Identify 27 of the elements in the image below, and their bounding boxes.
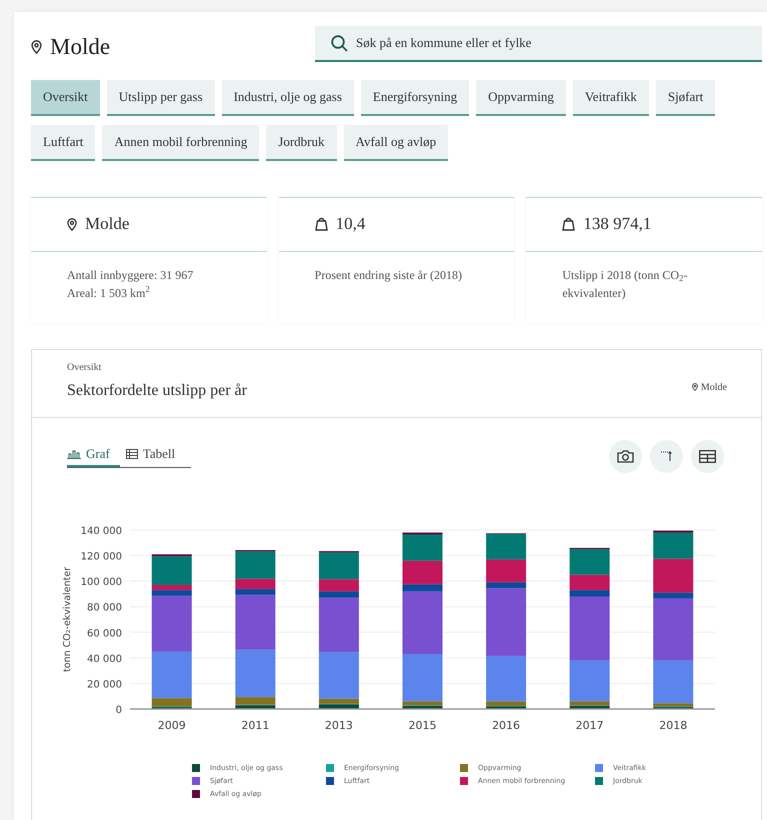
stat-description: Utslipp i 2018 (tonn CO$_{2}$-ekvivalenter)	[562, 266, 688, 302]
x-tick-label: 2015	[408, 718, 436, 732]
y-tick-label: 40 000	[87, 653, 122, 664]
y-tick-label: 60 000	[87, 628, 122, 639]
y-tick-label: 20 000	[87, 678, 122, 690]
stat-value: 10,4	[336, 213, 366, 236]
y-tick-label: 100 000	[80, 576, 122, 588]
x-tick-label: 2016	[492, 718, 520, 732]
y-axis-title: tonn CO₂-ekvivalenter	[62, 566, 73, 672]
y-tick-label: 80 000	[87, 602, 122, 614]
panel-place: Molde	[700, 380, 727, 394]
y-tick-label: 120 000	[80, 551, 122, 562]
x-tick-label: 2013	[324, 718, 353, 732]
x-tick-label: 2017	[576, 718, 604, 732]
x-tick-label: 2018	[659, 718, 688, 732]
y-tick-label: 140 000	[80, 526, 122, 536]
stat-description: Antall innbyggere: 31 967	[67, 266, 194, 284]
x-tick-label: 2011	[241, 718, 270, 732]
panel-title: Sektorfordelte utslipp per år	[67, 380, 247, 400]
stat-description: Areal: 1 503 km$^{2}$	[67, 284, 151, 302]
x-tick-label: 2009	[158, 718, 186, 732]
stat-description: Prosent endring siste år (2018)	[314, 266, 463, 284]
stat-value: 138 974,1	[583, 213, 652, 236]
stat-value: Molde	[85, 213, 130, 236]
y-tick-label: 0	[116, 704, 122, 716]
panel-overline: Oversikt	[67, 360, 102, 374]
place-title: Molde	[50, 33, 110, 61]
